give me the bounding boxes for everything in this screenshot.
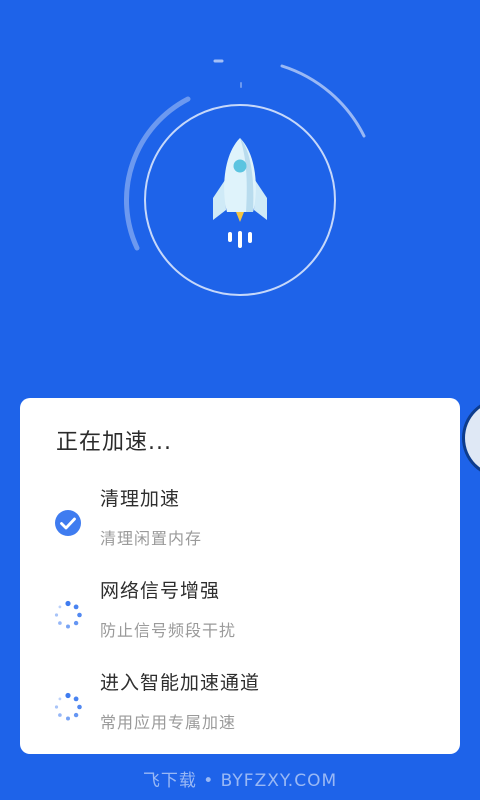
- check-circle-icon: [53, 508, 83, 538]
- step-smart-channel: 进入智能加速通道 常用应用专属加速: [20, 668, 460, 738]
- step-subtitle: 清理闲置内存: [100, 529, 203, 548]
- site-watermark: 飞下载 • BYFZXY.COM: [142, 771, 338, 791]
- step-signal: 网络信号增强 防止信号频段干扰: [20, 576, 460, 646]
- rocket-icon: [213, 138, 267, 248]
- step-title: 进入智能加速通道: [100, 672, 261, 694]
- boost-hero: [0, 0, 480, 400]
- orbit-rings: [124, 59, 366, 296]
- step-title: 清理加速: [100, 488, 181, 510]
- step-clean: 清理加速 清理闲置内存: [20, 484, 460, 554]
- progress-title: 正在加速...: [56, 430, 172, 455]
- loading-spinner-icon: [53, 692, 83, 722]
- step-subtitle: 防止信号频段干扰: [100, 621, 237, 640]
- step-title: 网络信号增强: [100, 580, 221, 602]
- loading-spinner-icon: [53, 600, 83, 630]
- step-subtitle: 常用应用专属加速: [100, 713, 237, 732]
- side-float-handle[interactable]: [462, 398, 480, 478]
- boost-progress-card: 正在加速... 清理加速 清理闲置内存 网络信号增强 防止信号频段干扰 进入智能…: [20, 398, 460, 754]
